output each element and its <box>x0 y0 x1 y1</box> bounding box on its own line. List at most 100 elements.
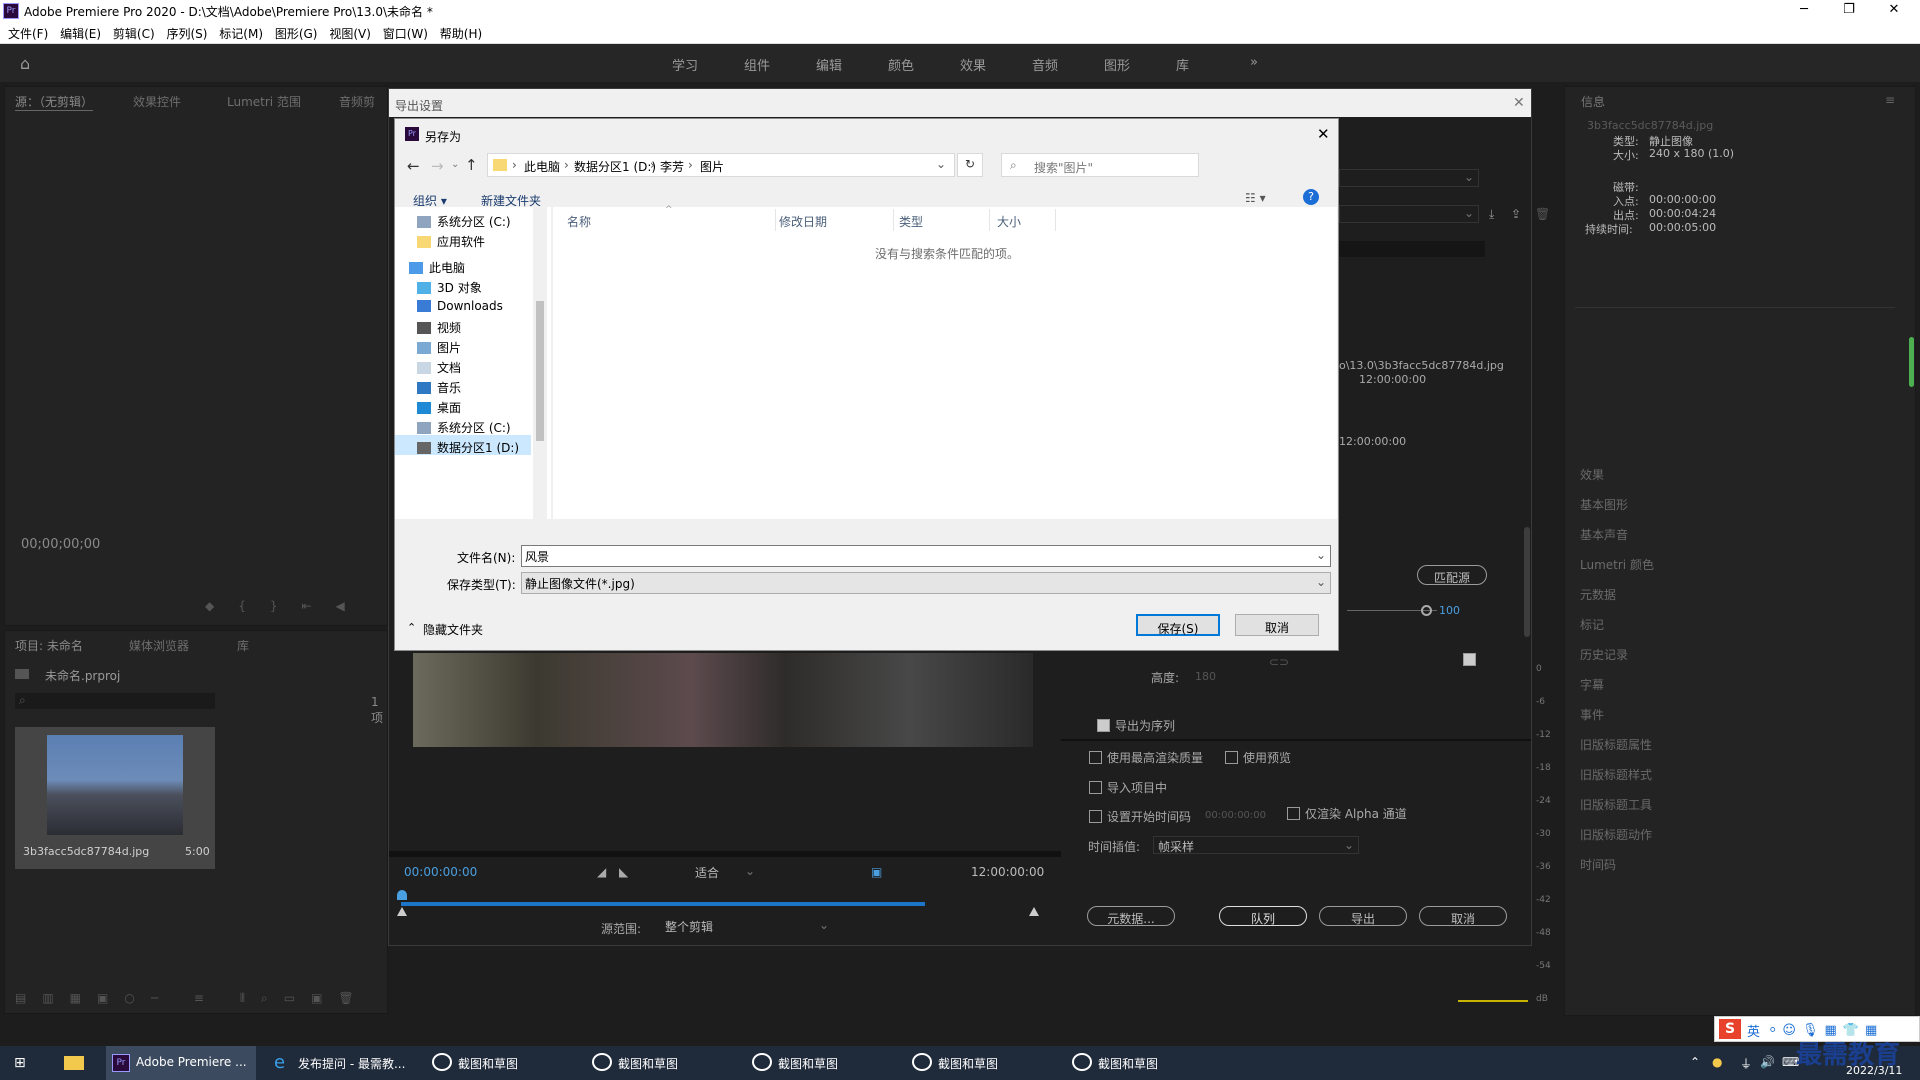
nav-item-desktop[interactable]: 桌面 <box>417 399 461 416</box>
panel-link-lumetri-color[interactable]: Lumetri 颜色 <box>1580 556 1654 573</box>
clip-thumbnail-card[interactable]: 3b3facc5dc87784d.jpg 5:00 <box>15 727 215 869</box>
view-options-icon[interactable]: ☷ ▾ <box>1245 191 1266 205</box>
source-range-select[interactable]: 整个剪辑 ⌄ <box>661 918 833 936</box>
tab-effect-controls[interactable]: 效果控件 <box>133 93 181 110</box>
help-icon[interactable]: ? <box>1303 189 1319 205</box>
breadcrumb-drive-d[interactable]: 数据分区1 (D:) <box>574 158 656 175</box>
slider-handle[interactable] <box>1421 605 1432 616</box>
panel-link-essential-sound[interactable]: 基本声音 <box>1580 526 1628 543</box>
taskbar-item-snip[interactable]: 截图和草图 <box>750 1046 900 1080</box>
tab-lumetri-scopes[interactable]: Lumetri 范围 <box>227 93 301 110</box>
delete-preset-icon[interactable]: 🗑 <box>1535 207 1550 221</box>
output-name-field[interactable] <box>1339 241 1485 257</box>
chevron-down-icon[interactable]: ⌄ <box>1316 548 1326 562</box>
menu-file[interactable]: 文件(F) <box>8 22 48 42</box>
menu-sequence[interactable]: 序列(S) <box>166 22 207 42</box>
timeline-start-timecode[interactable]: 00:00:00:00 <box>404 865 477 879</box>
mark-out-icon[interactable]: ◣ <box>619 865 628 879</box>
panel-link-events[interactable]: 事件 <box>1580 706 1604 723</box>
tab-libraries[interactable]: 库 <box>237 637 249 654</box>
workspace-learn[interactable]: 学习 <box>672 55 698 74</box>
dialog-close-icon[interactable]: ✕ <box>1317 125 1330 143</box>
timeline-bar[interactable] <box>401 902 925 906</box>
menu-view[interactable]: 视图(V) <box>329 22 371 42</box>
ime-tools-icon[interactable]: ⸰☺🎙▦👕▦ <box>1769 1020 1883 1038</box>
panel-link-captions[interactable]: 字幕 <box>1580 676 1604 693</box>
metadata-button[interactable]: 元数据... <box>1087 906 1175 926</box>
nav-item-apps[interactable]: 应用软件 <box>417 233 485 250</box>
workspace-assembly[interactable]: 组件 <box>744 55 770 74</box>
file-explorer-icon[interactable] <box>64 1056 84 1070</box>
tray-chevron-icon[interactable]: ⌃ <box>1690 1055 1700 1069</box>
close-icon[interactable]: ✕ <box>1874 2 1914 17</box>
max-quality-checkbox[interactable] <box>1089 751 1102 764</box>
in-point-marker[interactable] <box>397 907 407 916</box>
taskbar-item-snip[interactable]: 截图和草图 <box>910 1046 1060 1080</box>
link-icon[interactable]: ⊂⊃ <box>1269 655 1289 669</box>
nav-item-music[interactable]: 音乐 <box>417 379 461 396</box>
export-dropdown-2[interactable]: ⌄ <box>1339 205 1479 223</box>
export-dropdown-1[interactable]: ⌄ <box>1339 169 1479 187</box>
nav-item-c-drive-2[interactable]: 系统分区 (C:) <box>417 419 511 436</box>
import-project-checkbox[interactable] <box>1089 781 1102 794</box>
start-timecode-checkbox[interactable] <box>1089 810 1102 823</box>
nav-item-downloads[interactable]: Downloads <box>417 299 503 313</box>
column-header-size[interactable]: 大小 <box>997 213 1021 230</box>
menu-help[interactable]: 帮助(H) <box>440 22 482 42</box>
workspace-graphics[interactable]: 图形 <box>1104 55 1130 74</box>
panel-link-legacy-title-props[interactable]: 旧版标题属性 <box>1580 736 1652 753</box>
hide-folders-chevron-icon[interactable]: ⌃ <box>407 621 416 634</box>
tab-audio-clip[interactable]: 音频剪 <box>339 93 375 110</box>
queue-button[interactable]: 队列 <box>1219 906 1307 926</box>
workspace-effects[interactable]: 效果 <box>960 55 986 74</box>
taskbar-item-browser[interactable]: e 发布提问 - 最需教... <box>270 1046 420 1080</box>
nav-item-c-drive[interactable]: 系统分区 (C:) <box>417 213 511 230</box>
use-preview-checkbox[interactable] <box>1225 751 1238 764</box>
panel-link-markers[interactable]: 标记 <box>1580 616 1604 633</box>
cancel-button[interactable]: 取消 <box>1235 614 1319 636</box>
search-input[interactable]: ⌕ 搜索"图片" <box>1001 153 1199 177</box>
taskbar-item-premiere[interactable]: Pr Adobe Premiere ... <box>106 1046 256 1080</box>
panel-link-effects[interactable]: 效果 <box>1580 466 1604 483</box>
menu-graphics[interactable]: 图形(G) <box>275 22 318 42</box>
breadcrumb-lifang[interactable]: 李芳 <box>660 158 684 175</box>
taskbar-item-snip[interactable]: 截图和草图 <box>590 1046 740 1080</box>
project-search-input[interactable]: ⌕ <box>15 693 215 709</box>
address-history-icon[interactable]: ⌄ <box>936 157 946 171</box>
panel-link-timecode[interactable]: 时间码 <box>1580 856 1616 873</box>
column-header-modified[interactable]: 修改日期 <box>779 213 827 230</box>
nav-item-documents[interactable]: 文档 <box>417 359 461 376</box>
column-header-type[interactable]: 类型 <box>899 213 923 230</box>
maximize-icon[interactable]: ❐ <box>1829 2 1869 17</box>
nav-item-3d-objects[interactable]: 3D 对象 <box>417 279 482 296</box>
import-preset-icon[interactable]: ⇪ <box>1511 207 1521 221</box>
ime-language[interactable]: 英 <box>1747 1021 1760 1040</box>
menu-marker[interactable]: 标记(M) <box>219 22 263 42</box>
height-value[interactable]: 180 <box>1195 670 1216 683</box>
refresh-button[interactable]: ↻ <box>957 153 983 177</box>
filetype-select[interactable]: 静止图像文件(*.jpg) ⌄ <box>521 572 1331 594</box>
taskbar-item-snip[interactable]: 截图和草图 <box>1070 1046 1220 1080</box>
alpha-only-checkbox[interactable] <box>1287 807 1300 820</box>
panel-link-history[interactable]: 历史记录 <box>1580 646 1628 663</box>
tab-media-browser[interactable]: 媒体浏览器 <box>129 637 189 654</box>
cancel-export-button[interactable]: 取消 <box>1419 906 1507 926</box>
out-point-marker[interactable] <box>1029 907 1039 916</box>
info-menu-icon[interactable]: ≡ <box>1885 93 1895 107</box>
filename-input[interactable]: 风景 ⌄ <box>521 545 1331 567</box>
home-icon[interactable]: ⌂ <box>20 54 38 73</box>
export-scrollbar[interactable] <box>1524 527 1530 637</box>
panel-link-legacy-title-tools[interactable]: 旧版标题工具 <box>1580 796 1652 813</box>
info-scrollbar[interactable] <box>1909 337 1914 387</box>
nav-item-this-pc[interactable]: 此电脑 <box>409 259 465 276</box>
playhead-marker[interactable] <box>397 890 407 900</box>
workspace-editing[interactable]: 编辑 <box>816 55 842 74</box>
taskbar-item-snip[interactable]: 截图和草图 <box>430 1046 580 1080</box>
quality-value[interactable]: 100 <box>1439 604 1460 617</box>
nav-item-videos[interactable]: 视频 <box>417 319 461 336</box>
dimension-checkbox[interactable] <box>1463 653 1476 666</box>
mark-in-icon[interactable]: ◢ <box>597 865 606 879</box>
back-icon[interactable]: ← <box>407 157 420 175</box>
volume-icon[interactable]: 🔊 <box>1760 1055 1775 1069</box>
breadcrumb-pictures[interactable]: 图片 <box>700 158 724 175</box>
